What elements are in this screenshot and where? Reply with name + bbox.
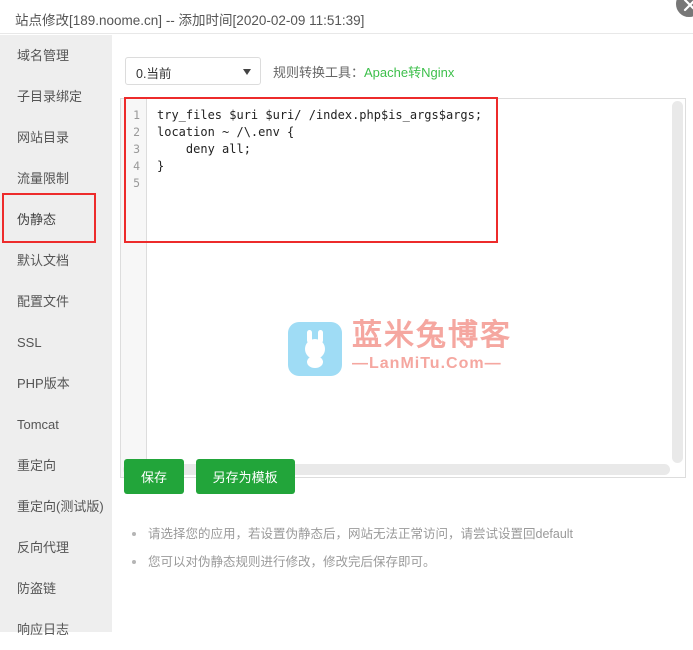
converter-label-text: 规则转换工具： xyxy=(273,64,365,80)
rule-preset-value: 0.当前 xyxy=(136,67,172,81)
rule-preset-select[interactable]: 0.当前 xyxy=(125,57,261,85)
code-line: } xyxy=(157,159,165,173)
help-tips-list: 请选择您的应用，若设置伪静态后，网站无法正常访问，请尝试设置回default 您… xyxy=(126,520,666,576)
line-number: 5 xyxy=(133,176,140,190)
chevron-down-icon xyxy=(243,69,251,75)
sidebar-item-response-log[interactable]: 响应日志 xyxy=(0,609,112,650)
editor-code-area[interactable]: try_files $uri $uri/ /index.php$is_args$… xyxy=(148,99,685,477)
page-title: 站点修改[189.noome.cn] -- 添加时间[2020-02-09 11… xyxy=(15,13,365,28)
code-line: location ~ /\.env { xyxy=(157,125,295,139)
sidebar-item-subdir-bind[interactable]: 子目录绑定 xyxy=(0,76,112,117)
line-number: 4 xyxy=(133,159,140,173)
sidebar-item-site-dir[interactable]: 网站目录 xyxy=(0,117,112,158)
sidebar-item-redirect[interactable]: 重定向 xyxy=(0,445,112,486)
save-button[interactable]: 保存 xyxy=(124,459,185,494)
rewrite-rules-editor[interactable]: 1 2 3 4 5 try_files $uri $uri/ /index.ph… xyxy=(120,98,686,478)
editor-vertical-scrollbar[interactable] xyxy=(672,101,683,463)
close-glyph xyxy=(683,0,693,12)
sidebar-item-domain[interactable]: 域名管理 xyxy=(0,35,112,76)
sidebar-item-ssl[interactable]: SSL xyxy=(0,322,112,363)
save-as-template-button[interactable]: 另存为模板 xyxy=(195,459,295,494)
list-item: 请选择您的应用，若设置伪静态后，网站无法正常访问，请尝试设置回default xyxy=(126,520,666,548)
sidebar-item-redirect-beta[interactable]: 重定向(测试版) xyxy=(0,486,112,527)
sidebar: 域名管理 子目录绑定 网站目录 流量限制 伪静态 默认文档 配置文件 SSL P… xyxy=(0,35,112,637)
rewrite-toolbar: 0.当前 规则转换工具：Apache转Nginx xyxy=(125,57,454,85)
editor-gutter: 1 2 3 4 5 xyxy=(121,99,147,477)
line-number: 3 xyxy=(133,142,140,156)
action-buttons: 保存 另存为模板 xyxy=(124,459,303,494)
line-number: 1 xyxy=(133,108,140,122)
sidebar-item-hotlink-protect[interactable]: 防盗链 xyxy=(0,568,112,609)
sidebar-item-reverse-proxy[interactable]: 反向代理 xyxy=(0,527,112,568)
line-number: 2 xyxy=(133,125,140,139)
close-icon[interactable] xyxy=(673,0,693,20)
converter-label: 规则转换工具：Apache转Nginx xyxy=(273,62,454,81)
sidebar-item-config-file[interactable]: 配置文件 xyxy=(0,281,112,322)
sidebar-item-default-doc[interactable]: 默认文档 xyxy=(0,240,112,281)
main-panel: 0.当前 规则转换工具：Apache转Nginx 1 2 3 4 5 try_f… xyxy=(112,35,693,632)
sidebar-item-rewrite[interactable]: 伪静态 xyxy=(0,199,112,240)
window-titlebar: 站点修改[189.noome.cn] -- 添加时间[2020-02-09 11… xyxy=(0,0,693,34)
sidebar-item-tomcat[interactable]: Tomcat xyxy=(0,404,112,445)
code-line: deny all; xyxy=(157,142,251,156)
list-item: 您可以对伪静态规则进行修改，修改完后保存即可。 xyxy=(126,548,666,576)
code-line: try_files $uri $uri/ /index.php$is_args$… xyxy=(157,108,483,122)
sidebar-item-php-version[interactable]: PHP版本 xyxy=(0,363,112,404)
sidebar-item-traffic-limit[interactable]: 流量限制 xyxy=(0,158,112,199)
apache-to-nginx-link[interactable]: Apache转Nginx xyxy=(364,65,454,80)
